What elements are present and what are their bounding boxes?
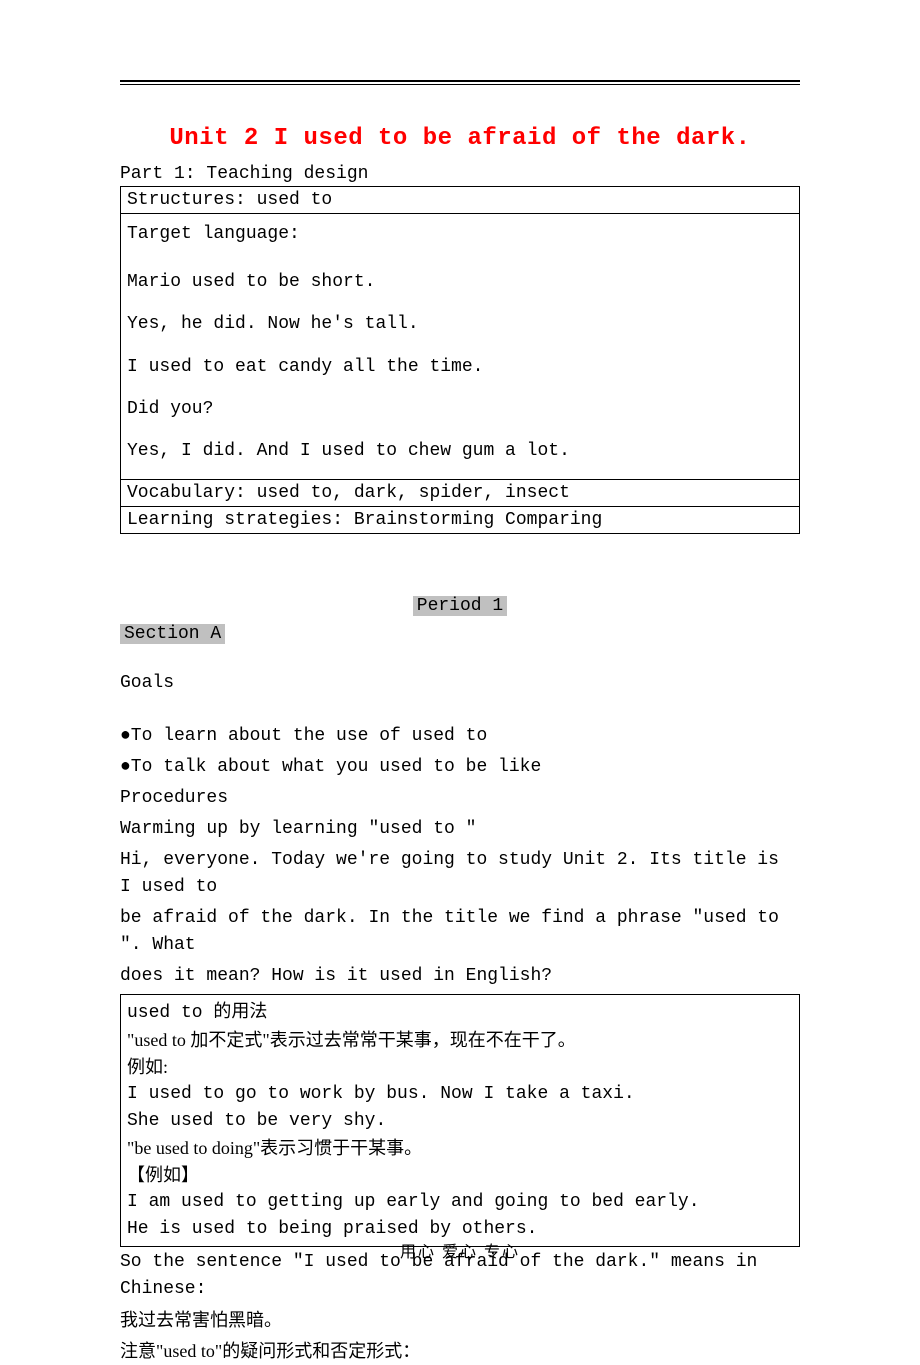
usage-cell: used to 的用法 "used to 加不定式"表示过去常常干某事，现在不在… bbox=[121, 995, 800, 1247]
usage-line3: I used to go to work by bus. Now I take … bbox=[127, 1081, 793, 1108]
period-wrap: Period 1 bbox=[120, 594, 800, 616]
strategies-cell: Learning strategies: Brainstorming Compa… bbox=[121, 507, 800, 534]
conclusion-1: 我过去常害怕黑暗。 bbox=[120, 1307, 800, 1334]
teaching-design-table: Structures: used to Target language: Mar… bbox=[120, 186, 800, 534]
structures-cell: Structures: used to bbox=[121, 187, 800, 214]
usage-table: used to 的用法 "used to 加不定式"表示过去常常干某事，现在不在… bbox=[120, 994, 800, 1247]
page-footer: 用心 爱心 专心 bbox=[0, 1238, 920, 1262]
conclusion: So the sentence "I used to be afraid of … bbox=[120, 1249, 800, 1365]
target-line-2: I used to eat candy all the time. bbox=[127, 350, 793, 384]
usage-title: used to 的用法 bbox=[127, 1003, 267, 1023]
section-a-label: Section A bbox=[120, 624, 225, 644]
usage-line2: 例如: bbox=[127, 1054, 793, 1081]
page-content: Unit 2 I used to be afraid of the dark. … bbox=[0, 0, 920, 1365]
intro-1: be afraid of the dark. In the title we f… bbox=[120, 905, 800, 959]
usage-line4: She used to be very shy. bbox=[127, 1108, 793, 1135]
usage-line5: "be used to doing"表示习惯于干某事。 bbox=[127, 1135, 793, 1162]
intro-2: does it mean? How is it used in English? bbox=[120, 963, 800, 990]
period-label: Period 1 bbox=[413, 596, 507, 616]
goal-1: ●To talk about what you used to be like bbox=[120, 754, 800, 781]
target-line-0: Mario used to be short. bbox=[127, 265, 793, 299]
usage-line7: I am used to getting up early and going … bbox=[127, 1189, 793, 1216]
target-line-3: Did you? bbox=[127, 392, 793, 426]
conclusion-2: 注意"used to"的疑问形式和否定形式： bbox=[120, 1338, 800, 1365]
document-title: Unit 2 I used to be afraid of the dark. bbox=[120, 125, 800, 152]
target-line-4: Yes, I did. And I used to chew gum a lot… bbox=[127, 434, 793, 468]
warming-label: Warming up by learning "used to " bbox=[120, 816, 800, 843]
target-label: Target language: bbox=[127, 217, 793, 251]
usage-line1: "used to 加不定式"表示过去常常干某事，现在不在干了。 bbox=[127, 1027, 793, 1054]
target-line-1: Yes, he did. Now he's tall. bbox=[127, 307, 793, 341]
body-text: Goals ●To learn about the use of used to… bbox=[120, 670, 800, 990]
part1-label: Part 1: Teaching design bbox=[120, 164, 800, 184]
vocabulary-cell: Vocabulary: used to, dark, spider, insec… bbox=[121, 480, 800, 507]
header-rule bbox=[120, 80, 800, 85]
goals-label: Goals bbox=[120, 670, 800, 697]
goal-0: ●To learn about the use of used to bbox=[120, 723, 800, 750]
intro-0: Hi, everyone. Today we're going to study… bbox=[120, 847, 800, 901]
target-language-cell: Target language: Mario used to be short.… bbox=[121, 214, 800, 480]
usage-line6: 【例如】 bbox=[127, 1162, 793, 1189]
procedures-label: Procedures bbox=[120, 785, 800, 812]
